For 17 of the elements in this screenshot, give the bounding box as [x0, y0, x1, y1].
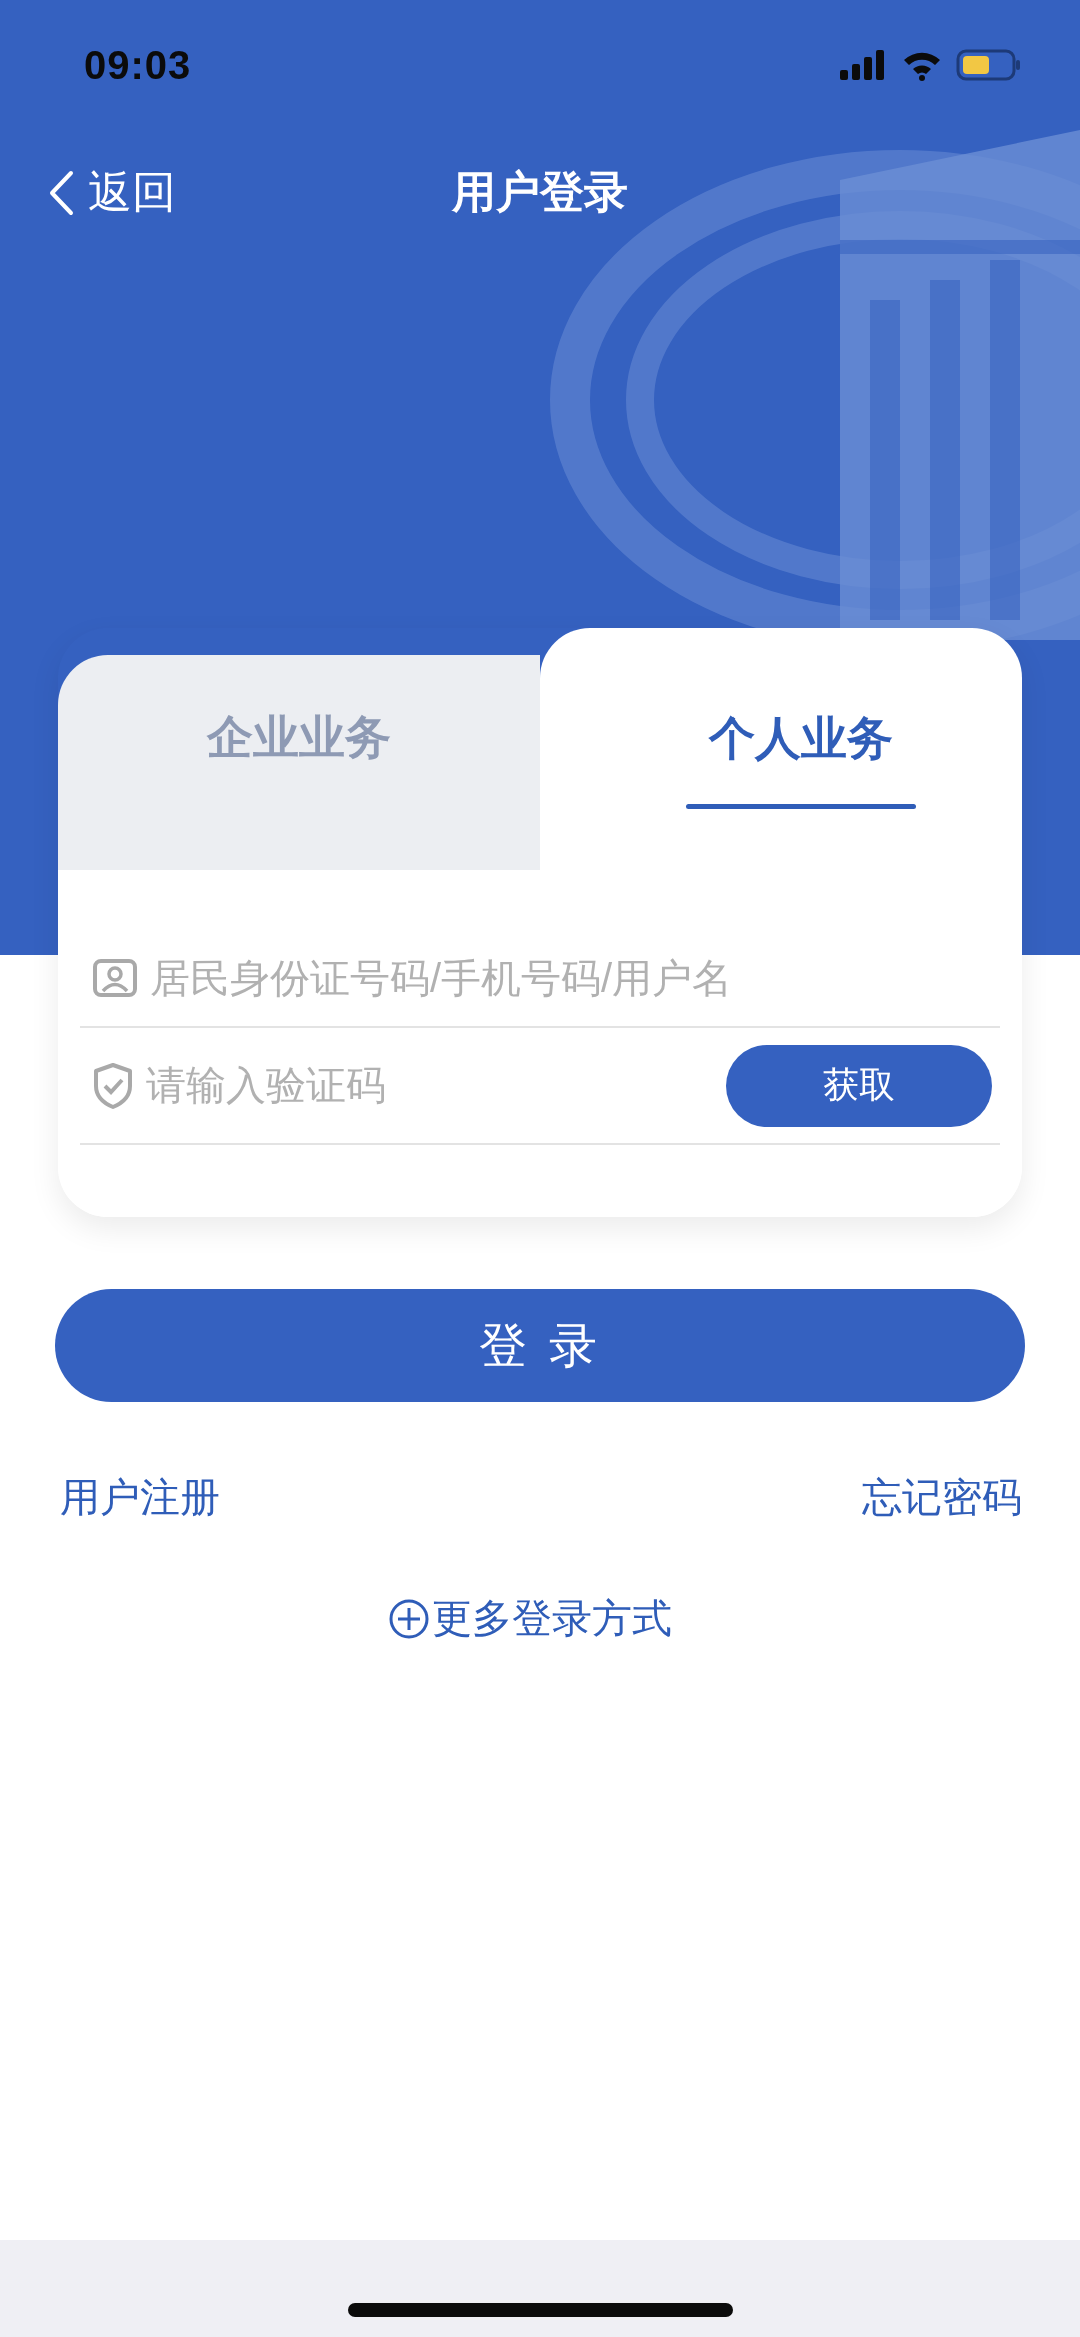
battery-icon [956, 48, 1022, 82]
login-button[interactable]: 登 录 [55, 1289, 1025, 1402]
text-link[interactable]: 用户注册 [60, 1470, 220, 1525]
more-login-button[interactable]: 更多登录方式 [388, 1591, 672, 1646]
get-code-button[interactable]: 获取 [726, 1044, 992, 1127]
shield-check-icon [92, 1061, 134, 1110]
page-title: 用户登录 [452, 166, 628, 218]
account-field[interactable]: 居民身份证号码/手机号码/用户名 [150, 955, 988, 1001]
back-button[interactable]: 返回 [48, 130, 176, 255]
home-indicator[interactable] [347, 2303, 733, 2317]
plus-circle-icon [388, 1597, 430, 1640]
tab[interactable]: 个人业务 [540, 628, 1022, 870]
back-icon [48, 169, 74, 216]
person-card-icon [92, 958, 138, 998]
code-field[interactable]: 请输入验证码 [146, 1063, 714, 1108]
text-link[interactable]: 忘记密码 [862, 1470, 1022, 1525]
status-time: 09:03 [84, 42, 192, 88]
